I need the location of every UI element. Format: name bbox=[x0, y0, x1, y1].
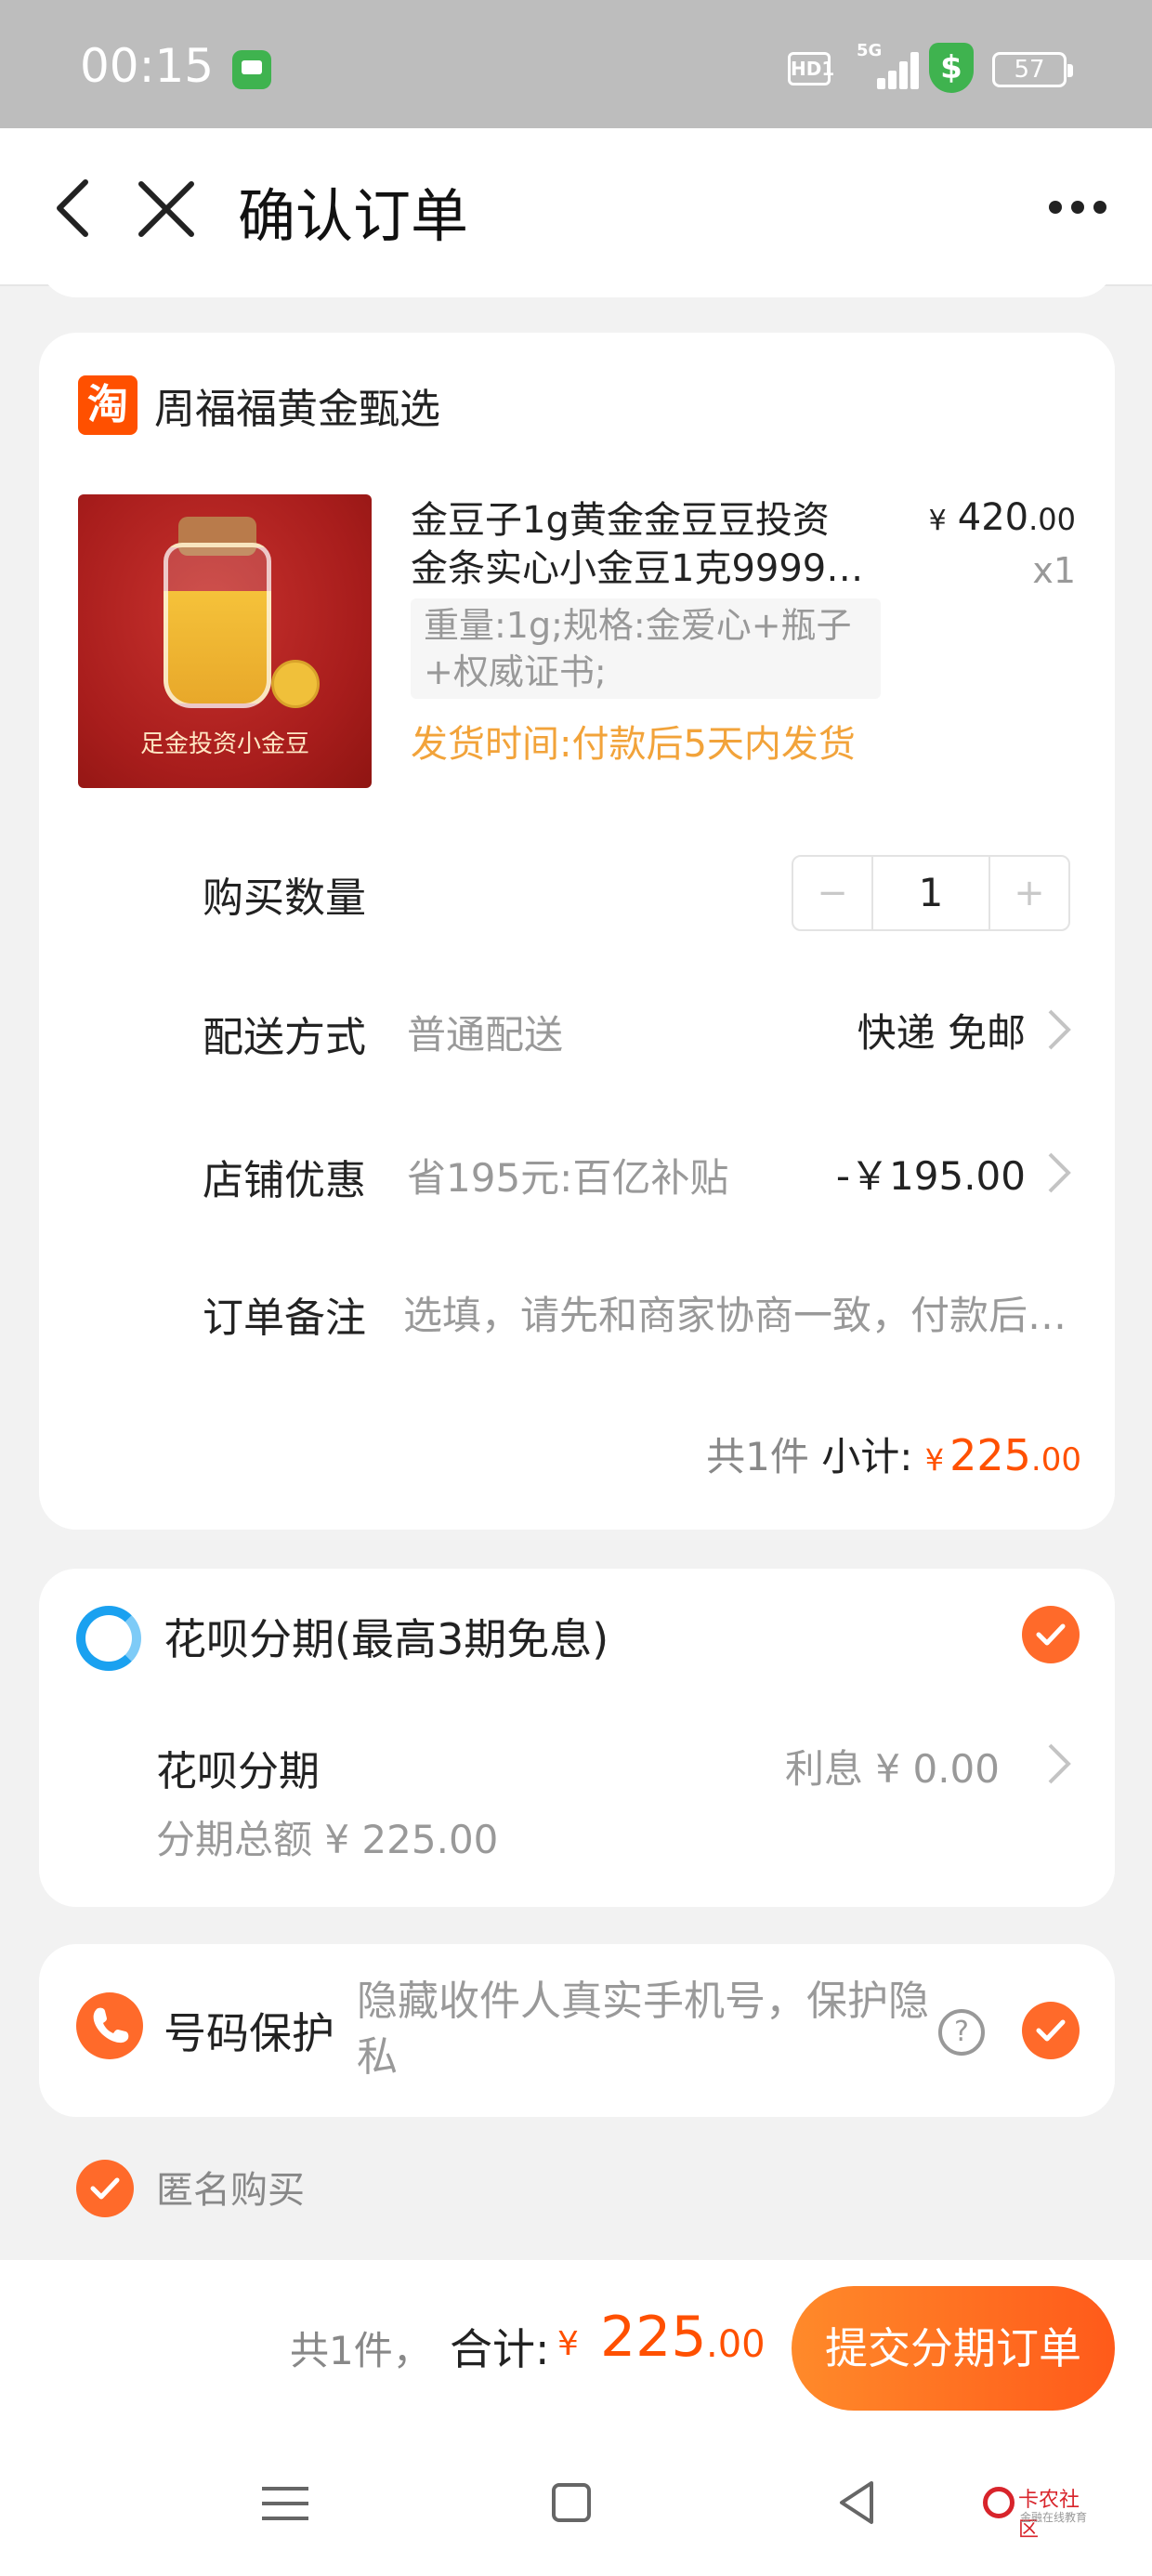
watermark-icon bbox=[983, 2487, 1015, 2518]
close-button[interactable] bbox=[130, 171, 204, 245]
ship-time: 发货时间:付款后5天内发货 bbox=[411, 723, 856, 766]
chevron-right-icon bbox=[1048, 1152, 1071, 1193]
subtotal-count: 共1件 bbox=[706, 1434, 809, 1479]
huabei-plan-label: 花呗分期 bbox=[156, 1748, 320, 1795]
protection-checkbox[interactable] bbox=[1022, 2002, 1080, 2059]
chevron-right-icon bbox=[1048, 1009, 1071, 1050]
quantity-label: 购买数量 bbox=[203, 874, 366, 922]
more-button[interactable] bbox=[1041, 184, 1115, 230]
address-card-edge bbox=[39, 242, 1115, 297]
check-icon bbox=[1036, 2019, 1066, 2042]
subtotal: 共1件 小计: ¥225.00 bbox=[706, 1426, 1081, 1482]
chevron-left-icon bbox=[57, 179, 88, 237]
anonymous-label[interactable]: 匿名购买 bbox=[156, 2160, 305, 2214]
message-notification-icon bbox=[232, 50, 271, 89]
product-title[interactable]: 金豆子1g黄金金豆豆投资 金条实心小金豆1克9999足金 bbox=[411, 496, 912, 593]
security-shield-icon: $ bbox=[929, 43, 974, 93]
system-nav-bar: 卡农社区 金融在线教育 bbox=[0, 2437, 1152, 2576]
gold-jar bbox=[164, 543, 271, 708]
total-label: 合计: bbox=[450, 2324, 550, 2374]
product-title-line1: 金豆子1g黄金金豆豆投资 bbox=[411, 499, 830, 542]
total-amount: 225 bbox=[600, 2305, 707, 2370]
huabei-checkbox[interactable] bbox=[1022, 1606, 1080, 1663]
anonymous-checkbox[interactable] bbox=[76, 2160, 134, 2217]
number-protection-card: 号码保护 隐藏收件人真实手机号，保护隐私 ? bbox=[39, 1944, 1115, 2117]
increase-button[interactable]: + bbox=[990, 857, 1068, 929]
product-price: ¥420.00 bbox=[929, 496, 1076, 539]
product-title-line2: 金条实心小金豆1克9999足金 bbox=[411, 547, 866, 590]
battery-icon: 57 bbox=[992, 52, 1073, 87]
network-type-label: 5G bbox=[857, 41, 883, 60]
store-order-card: 淘 周福福黄金甄选 足金投资小金豆 金豆子1g黄金金豆豆投资 金条实心小金豆1克… bbox=[39, 333, 1115, 1530]
close-icon bbox=[138, 181, 194, 237]
status-bar: 00:15 HD1 5G $ 57 bbox=[0, 0, 1152, 128]
note-label: 订单备注 bbox=[203, 1295, 366, 1342]
price-integer: 420 bbox=[957, 496, 1029, 539]
signal-bars-icon: 5G bbox=[857, 41, 919, 89]
chevron-right-icon bbox=[1048, 1743, 1071, 1784]
help-icon[interactable]: ? bbox=[938, 2009, 985, 2056]
watermark-logo: 卡农社区 金融在线教育 bbox=[983, 2479, 1094, 2542]
decrease-button[interactable]: − bbox=[793, 857, 871, 929]
total-decimal: .00 bbox=[706, 2323, 766, 2366]
huabei-title: 花呗分期(最高3期免息) bbox=[164, 1614, 609, 1664]
check-icon bbox=[1036, 1623, 1066, 1646]
product-quantity: x1 bbox=[1032, 550, 1076, 591]
discount-description: 省195元:百亿补贴 bbox=[407, 1155, 729, 1201]
menu-nav-button[interactable] bbox=[262, 2483, 308, 2524]
watermark-subtext: 金融在线教育 bbox=[1020, 2511, 1088, 2524]
shop-name[interactable]: 周福福黄金甄选 bbox=[154, 375, 440, 435]
product-spec: 重量:1g;规格:金爱心+瓶子+权威证书; bbox=[411, 598, 881, 699]
subtotal-decimal: .00 bbox=[1030, 1441, 1081, 1479]
subtotal-amount: 225 bbox=[949, 1430, 1031, 1480]
note-input[interactable]: 选填，请先和商家协商一致，付款后商家可见 bbox=[403, 1284, 1091, 1341]
huabei-interest: 利息 ¥ 0.00 bbox=[785, 1746, 1000, 1792]
phone-shield-icon bbox=[76, 1992, 143, 2059]
back-button[interactable] bbox=[39, 171, 113, 245]
more-icon bbox=[1049, 201, 1106, 214]
certificate-coin bbox=[271, 660, 320, 708]
subtotal-label: 小计: bbox=[821, 1434, 913, 1479]
submit-order-button[interactable]: 提交分期订单 bbox=[792, 2286, 1115, 2411]
protection-description: 隐藏收件人真实手机号，保护隐私 bbox=[357, 1978, 929, 2081]
currency-symbol: ¥ bbox=[924, 1442, 945, 1478]
price-decimal: .00 bbox=[1028, 502, 1076, 537]
hd-network-icon: HD1 bbox=[788, 52, 834, 85]
huabei-total: 分期总额 ¥ 225.00 bbox=[156, 1817, 499, 1862]
total-count: 共1件， bbox=[290, 2328, 432, 2373]
taobao-shop-icon: 淘 bbox=[78, 375, 137, 435]
protection-title: 号码保护 bbox=[164, 2008, 334, 2058]
delivery-method: 普通配送 bbox=[407, 1012, 564, 1058]
huabei-card: 花呗分期(最高3期免息) 花呗分期 利息 ¥ 0.00 分期总额 ¥ 225.0… bbox=[39, 1569, 1115, 1907]
discount-label: 店铺优惠 bbox=[203, 1157, 366, 1204]
currency-symbol: ¥ bbox=[557, 2325, 579, 2363]
page-title: 确认订单 bbox=[238, 182, 469, 250]
status-time: 00:15 bbox=[80, 39, 215, 93]
product-image-caption: 足金投资小金豆 bbox=[139, 730, 309, 758]
currency-symbol: ¥ bbox=[928, 505, 947, 537]
checkout-bar: 共1件， 合计: ¥ 225 .00 提交分期订单 bbox=[0, 2260, 1152, 2437]
check-icon bbox=[90, 2177, 120, 2200]
quantity-stepper[interactable]: − 1 + bbox=[792, 855, 1070, 931]
delivery-value: 快递 免邮 bbox=[857, 1010, 1026, 1056]
delivery-label: 配送方式 bbox=[203, 1014, 366, 1061]
back-nav-button[interactable] bbox=[834, 2477, 879, 2528]
huabei-icon bbox=[76, 1606, 141, 1671]
home-nav-button[interactable] bbox=[552, 2483, 591, 2522]
product-image[interactable]: 足金投资小金豆 bbox=[78, 494, 372, 788]
discount-value: -￥195.00 bbox=[835, 1153, 1026, 1199]
quantity-value[interactable]: 1 bbox=[871, 857, 990, 929]
